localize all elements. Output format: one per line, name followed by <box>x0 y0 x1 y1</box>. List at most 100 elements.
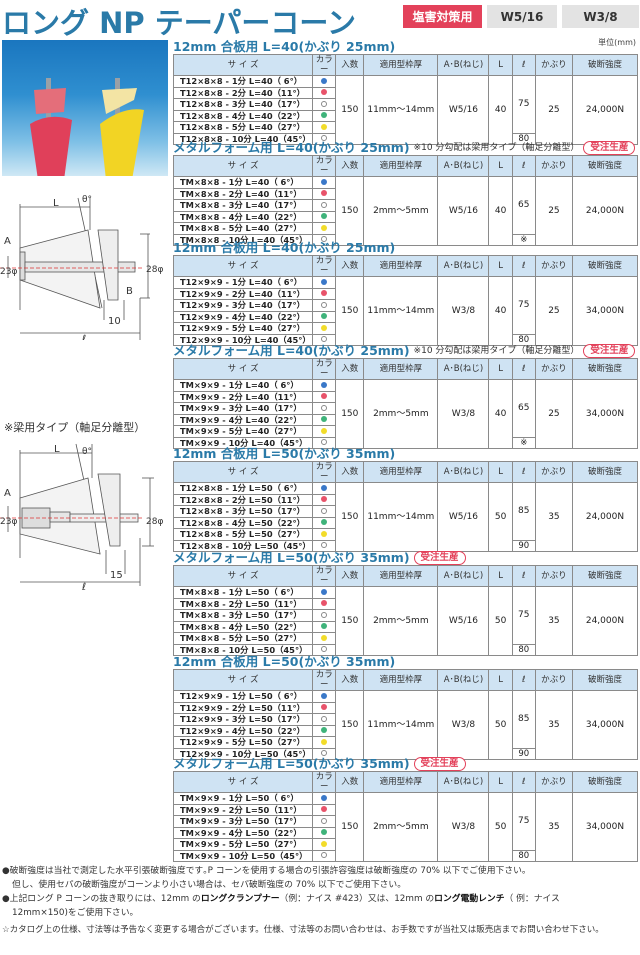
column-header: 入数 <box>335 255 365 277</box>
size-cell: T12×8×8 - 2分 L=50（11°） <box>172 493 314 506</box>
form-thickness-cell: 2mm～5mm <box>363 792 439 862</box>
color-cell <box>312 792 337 805</box>
column-header: ℓ <box>511 255 536 277</box>
size-cell: T12×9×9 - 5分 L=40（27°） <box>172 322 314 335</box>
dim-B-label: B <box>126 286 133 297</box>
green-color-dot-icon <box>321 519 328 526</box>
section-title-text: 12mm 合板用 L=40(かぶり 25mm) <box>173 240 396 255</box>
size-cell: TM×8×8 - 4分 L=50（22°） <box>172 620 314 633</box>
white-color-dot-icon <box>321 542 328 549</box>
breaking-strength-cell: 34,000N <box>571 792 639 862</box>
color-cell <box>312 516 337 529</box>
column-header: A･B(ねじ) <box>437 669 490 691</box>
column-header: ℓ <box>511 771 536 793</box>
color-cell <box>312 187 337 200</box>
beam-type-label: ※梁用タイプ（軸足分離型） <box>4 421 146 434</box>
spec-section: メタルフォーム用 L=50(かぶり 35mm) 受注生産サ イ ズカラー 入数 適用型… <box>172 757 639 862</box>
quantity-cell: 150 <box>335 792 365 862</box>
size-cell: TM×9×9 - 10分 L=50（45°） <box>172 849 314 862</box>
breaking-strength-cell: 24,000N <box>571 586 639 656</box>
note-removal-tool-cont: 12mm×150)をご使用下さい。 <box>12 908 139 918</box>
section-title-text: 12mm 合板用 L=40(かぶり 25mm) <box>173 39 396 54</box>
spec-table: サ イ ズカラー 入数 適用型枠厚 A･B(ねじ) Lℓ かぶり 破断強度 TM×9×9 - … <box>172 358 639 449</box>
form-thickness-cell: 11mm～14mm <box>363 75 439 145</box>
thread-cell: W3/8 <box>437 792 490 862</box>
white-color-dot-icon <box>321 201 328 208</box>
cover-cell: 25 <box>534 176 573 246</box>
column-header: 適用型枠厚 <box>363 565 439 587</box>
form-thickness-cell: 2mm～5mm <box>363 379 439 449</box>
dim-ell-label: ℓ <box>82 334 86 340</box>
color-cell <box>312 109 337 122</box>
section-note: ※10 分勾配は梁用タイプ（軸足分離型） <box>413 143 580 153</box>
red-color-dot-icon <box>321 704 328 711</box>
breaking-strength-cell: 34,000N <box>571 690 639 760</box>
size-cell: T12×9×9 - 3分 L=50（17°） <box>172 713 314 726</box>
length-L-cell: 40 <box>488 379 513 449</box>
color-cell <box>312 402 337 415</box>
column-header: 破断強度 <box>571 255 639 277</box>
cover-cell: 25 <box>534 276 573 346</box>
column-header: かぶり <box>534 461 573 483</box>
section-title-text: 12mm 合板用 L=50(かぶり 35mm) <box>173 654 396 669</box>
column-header: カラー <box>312 771 337 793</box>
length-L-cell: 40 <box>488 75 513 145</box>
table-header-row: サ イ ズカラー 入数 適用型枠厚 A･B(ねじ) Lℓ かぶり 破断強度 <box>172 54 639 76</box>
made-to-order-badge: 受注生産 <box>413 551 466 565</box>
white-color-dot-icon <box>321 404 328 411</box>
table-row: T12×8×8 - 1分 L=50（ 6°） 150 11mm～14mm W5/16 5… <box>172 482 639 552</box>
size-cell: T12×9×9 - 1分 L=50（ 6°） <box>172 690 314 703</box>
column-header: A･B(ねじ) <box>437 155 490 177</box>
white-color-dot-icon <box>321 336 328 343</box>
white-color-dot-icon <box>321 611 328 618</box>
beam-dim-L-label: L <box>54 444 60 455</box>
spec-section: 12mm 合板用 L=40(かぶり 25mm) サ イ ズカラー 入数 適用型枠厚 A･… <box>172 240 639 346</box>
breaking-strength-cell: 34,000N <box>571 276 639 346</box>
cone-dimension-diagram: L θ° A 23φ B 28φ 10 ℓ <box>0 190 170 345</box>
column-header: A･B(ねじ) <box>437 771 490 793</box>
color-cell <box>312 493 337 506</box>
size-cell: TM×9×9 - 2分 L=50（11°） <box>172 803 314 816</box>
section-title: 12mm 合板用 L=50(かぶり 35mm) <box>173 655 638 669</box>
quantity-cell: 150 <box>335 690 365 760</box>
column-header: 破断強度 <box>571 669 639 691</box>
yellow-color-dot-icon <box>321 840 328 847</box>
size-cell: T12×9×9 - 4分 L=40（22°） <box>172 310 314 323</box>
column-header: 入数 <box>335 565 365 587</box>
column-header: かぶり <box>534 155 573 177</box>
cover-cell: 35 <box>534 586 573 656</box>
column-header: かぶり <box>534 54 573 76</box>
made-to-order-badge: 受注生産 <box>583 141 636 155</box>
footer-notes: ●破断強度は当社で測定した水平引張破断強度です｡P コーンを使用する場合の引張許… <box>2 864 638 937</box>
color-cell <box>312 736 337 749</box>
column-header: ℓ <box>511 565 536 587</box>
column-header: サ イ ズ <box>172 255 314 277</box>
color-cell <box>312 701 337 714</box>
beam-dim-28-label: 28φ <box>146 517 163 527</box>
breaking-strength-cell: 24,000N <box>571 482 639 552</box>
length-L-cell: 50 <box>488 482 513 552</box>
length-ell-cell: 65 <box>511 176 536 235</box>
column-header: L <box>488 358 513 380</box>
red-color-dot-icon <box>321 600 328 607</box>
size-cell: T12×8×8 - 2分 L=40（11°） <box>172 86 314 99</box>
size-cell: T12×9×9 - 2分 L=40（11°） <box>172 287 314 300</box>
column-header: L <box>488 565 513 587</box>
yellow-color-dot-icon <box>321 738 328 745</box>
thread-cell: W3/8 <box>437 276 490 346</box>
column-header: かぶり <box>534 565 573 587</box>
long-electric-wrench-text: ロング電動レンチ <box>434 894 505 904</box>
table-row: T12×9×9 - 1分 L=40（ 6°） 150 11mm～14mm W3/8 40… <box>172 276 639 346</box>
table-header-row: サ イ ズカラー 入数 適用型枠厚 A･B(ねじ) Lℓ かぶり 破断強度 <box>172 565 639 587</box>
column-header: 適用型枠厚 <box>363 155 439 177</box>
column-header: 適用型枠厚 <box>363 669 439 691</box>
green-color-dot-icon <box>321 829 328 836</box>
spec-table: サ イ ズカラー 入数 適用型枠厚 A･B(ねじ) Lℓ かぶり 破断強度 TM×9×9 - … <box>172 771 639 862</box>
form-thickness-cell: 2mm～5mm <box>363 176 439 246</box>
dim-10-label: 10 <box>108 316 121 327</box>
cover-cell: 35 <box>534 482 573 552</box>
blue-color-dot-icon <box>321 178 328 185</box>
size-cell: TM×8×8 - 2分 L=40（11°） <box>172 187 314 200</box>
note-breaking-strength: ●破断強度は当社で測定した水平引張破断強度です｡P コーンを使用する場合の引張許… <box>2 866 531 876</box>
size-cell: TM×9×9 - 4分 L=50（22°） <box>172 826 314 839</box>
